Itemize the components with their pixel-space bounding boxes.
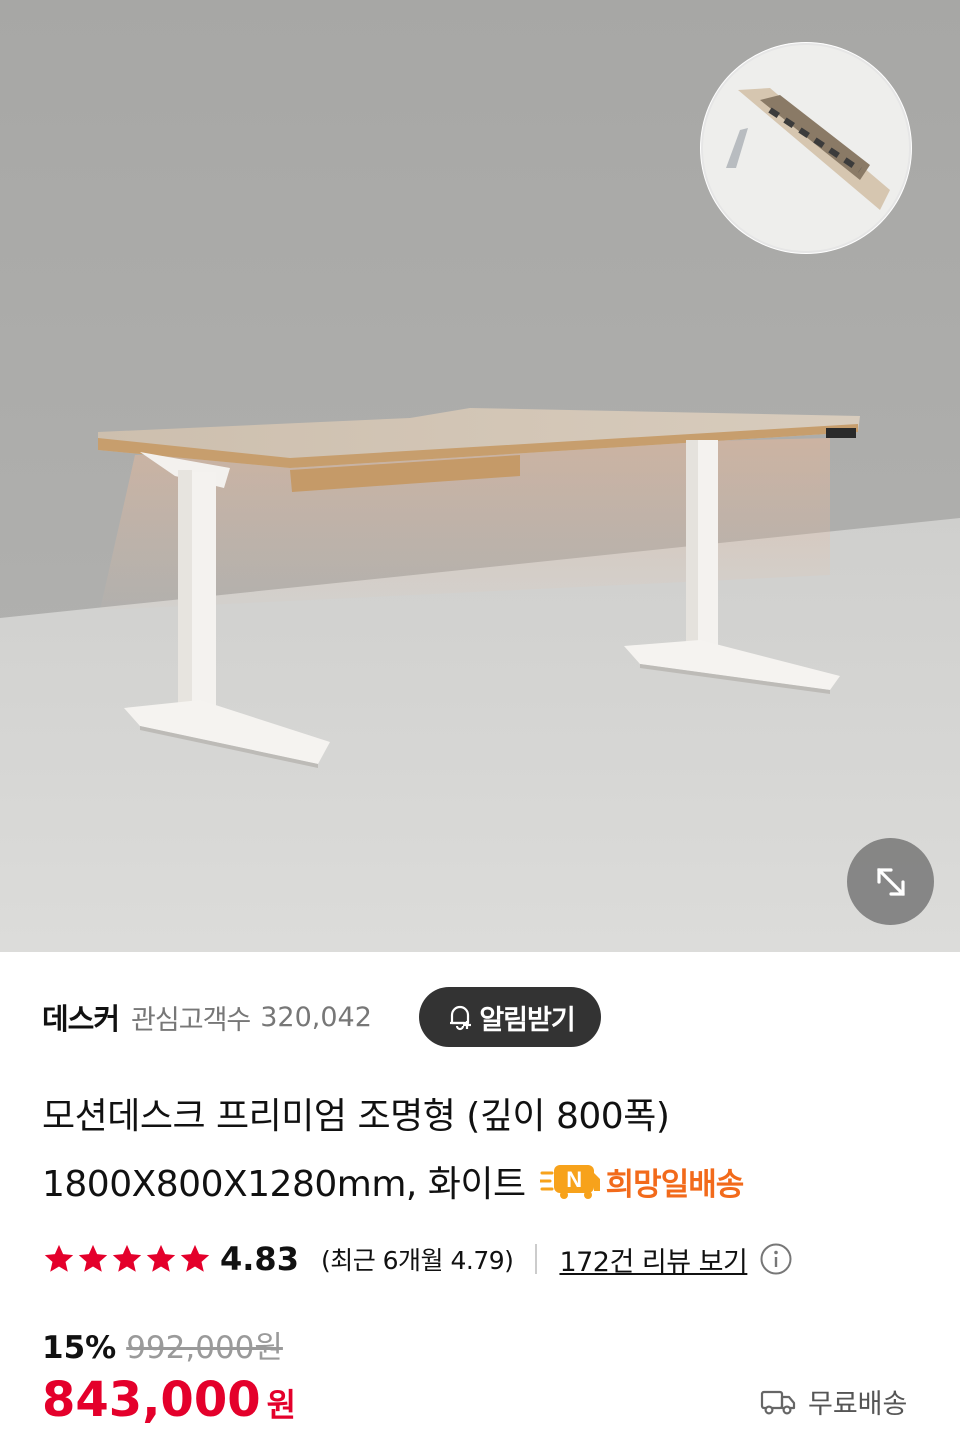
product-title-line2: 1800X800X1280mm, 화이트 N 희망일배송 [42,1155,745,1207]
original-price: 992,000원 [126,1330,283,1366]
alarm-button[interactable]: 알림받기 [419,987,601,1047]
star-icon [180,1244,210,1272]
bell-plus-icon [450,1005,472,1031]
store-name[interactable]: 데스커 [42,996,120,1038]
product-image[interactable] [0,0,960,952]
shipping-label: 무료배송 [808,1389,908,1420]
n-truck-icon: N [539,1165,600,1199]
rating-row: 4.83 (최근 6개월 4.79) 172건 리뷰 보기 [42,1237,793,1281]
expand-image-button[interactable] [847,838,934,925]
product-title-line1: 모션데스크 프리미엄 조명형 (깊이 800폭) [42,1096,670,1137]
delivery-badge[interactable]: N 희망일배송 [539,1159,745,1204]
rating-value: 4.83 [220,1240,299,1278]
store-row: 데스커 관심고객수 320,042 알림받기 [42,987,601,1047]
divider [535,1244,538,1274]
delivery-badge-text: 희망일배송 [605,1166,745,1203]
currency: 원 [266,1386,297,1424]
recent-rating: (최근 6개월 4.79) [320,1246,514,1275]
star-icon [78,1244,108,1272]
svg-text:N: N [566,1167,581,1192]
discount-row: 15% 992,000원 [42,1322,283,1367]
star-icon [44,1244,74,1272]
product-title-spec: 1800X800X1280mm, 화이트 [42,1164,526,1205]
shipping-info: 무료배송 [760,1382,907,1421]
alarm-button-label: 알림받기 [479,1004,575,1036]
review-link[interactable]: 172건 리뷰 보기 [559,1240,747,1279]
star-icon [146,1244,176,1272]
expand-arrows-icon [876,867,905,896]
fans-count: 320,042 [260,1001,372,1033]
discount-rate: 15% [42,1330,117,1366]
rating-stars [42,1242,212,1276]
truck-icon [760,1390,796,1415]
fans-label: 관심고객수 [131,1004,251,1036]
star-icon [112,1244,142,1272]
product-info: 데스커 관심고객수 320,042 알림받기 모션데스크 프리미엄 조명형 (깊… [0,952,960,1440]
info-circle-icon[interactable] [759,1242,793,1276]
price-row: 843,000 원 [42,1372,296,1428]
sale-price: 843,000 [42,1372,261,1428]
